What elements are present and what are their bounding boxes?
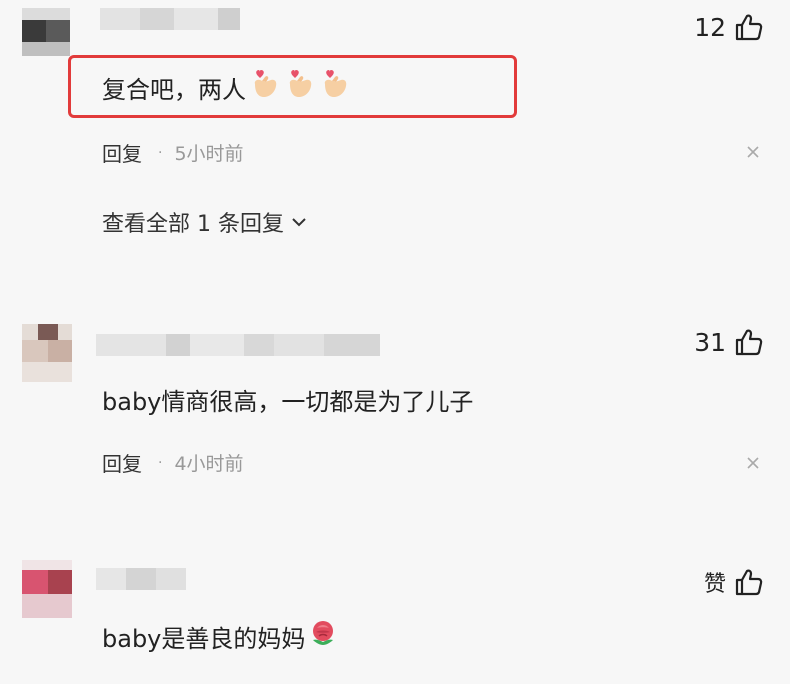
rose-emoji xyxy=(308,618,338,654)
comment-2: 31 baby情商很高，一切都是为了儿子 回复 · 4小时前 xyxy=(0,310,790,510)
like-button[interactable]: 31 xyxy=(694,327,764,357)
chevron-down-icon xyxy=(292,218,306,227)
avatar[interactable] xyxy=(22,560,72,618)
separator-dot: · xyxy=(158,144,163,161)
separator-dot: · xyxy=(158,454,163,471)
username[interactable] xyxy=(96,334,380,356)
view-replies-button[interactable]: 查看全部 1 条回复 xyxy=(102,206,308,238)
like-label: 赞 xyxy=(703,572,726,597)
reply-button[interactable]: 回复 xyxy=(102,448,142,477)
close-icon[interactable] xyxy=(746,145,760,159)
finger-heart-emoji xyxy=(284,68,316,106)
avatar[interactable] xyxy=(22,324,72,382)
like-button[interactable]: 赞 xyxy=(704,566,764,598)
comment-text: baby情商很高，一切都是为了儿子 xyxy=(102,388,474,416)
comment-meta: 回复 · 4小时前 xyxy=(102,448,244,477)
view-replies-label: 查看全部 1 条回复 xyxy=(102,212,284,237)
username[interactable] xyxy=(96,568,186,590)
thumbs-up-icon xyxy=(735,569,763,596)
comment-1: 12 复合吧，两人 回复 · 5小时前 查看全部 1 条回复 xyxy=(0,0,790,260)
thumbs-up-icon xyxy=(735,14,763,41)
comment-text: 复合吧，两人 xyxy=(102,68,351,106)
reply-button[interactable]: 回复 xyxy=(102,138,142,167)
timestamp: 5小时前 xyxy=(174,143,244,165)
like-button[interactable]: 12 xyxy=(694,12,764,42)
finger-heart-emoji xyxy=(319,68,351,106)
thumbs-up-icon xyxy=(735,329,763,356)
close-icon[interactable] xyxy=(746,456,760,470)
comment-3: 赞 baby是善良的妈妈 xyxy=(0,550,790,684)
comment-meta: 回复 · 5小时前 xyxy=(102,138,244,167)
like-count: 31 xyxy=(694,327,726,357)
avatar[interactable] xyxy=(22,8,70,56)
finger-heart-emoji xyxy=(249,68,281,106)
comment-text: baby是善良的妈妈 xyxy=(102,618,338,654)
username[interactable] xyxy=(100,8,240,30)
timestamp: 4小时前 xyxy=(174,453,244,475)
like-count: 12 xyxy=(694,12,726,42)
